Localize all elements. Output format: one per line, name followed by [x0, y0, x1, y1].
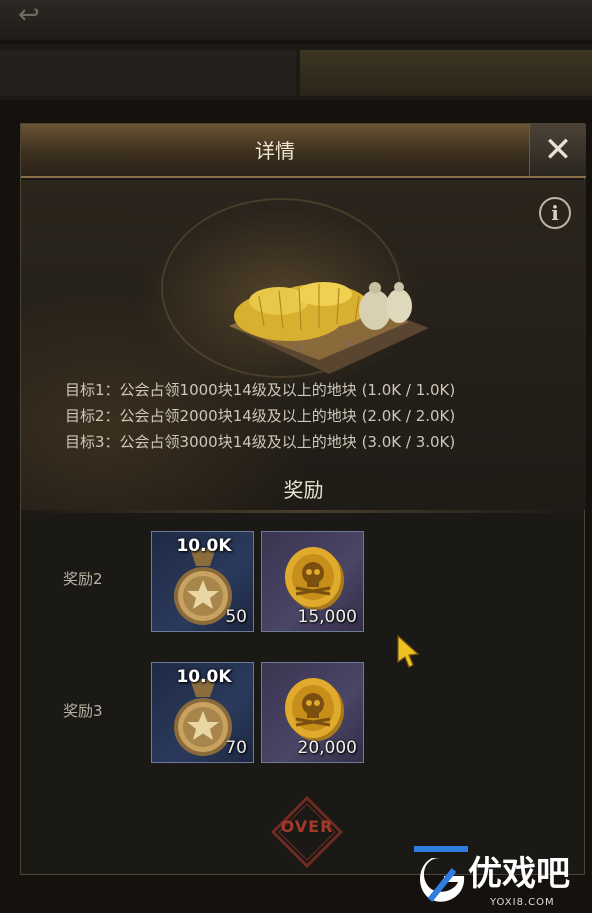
close-button[interactable]: ✕ — [529, 124, 586, 178]
wheat-field-icon — [229, 282, 429, 374]
goal-2: 目标2：公会占领2000块14级及以上的地块 (2.0K / 2.0K) — [65, 407, 456, 425]
background-tab-1 — [0, 50, 296, 96]
coin-reward-item[interactable]: 20,000 — [261, 662, 364, 763]
modal-title: 详情 — [255, 139, 295, 163]
skull-coin-icon — [285, 678, 344, 741]
reward-row-label: 奖励3 — [63, 702, 103, 720]
medal-tag: 10.0K — [176, 536, 232, 556]
medal-quantity: 70 — [225, 738, 247, 758]
modal-header: 详情 — [21, 124, 529, 178]
divider — [21, 510, 586, 513]
medal-reward-item[interactable]: 10.0K 70 — [151, 662, 254, 763]
coin-reward-item[interactable]: 15,000 — [261, 531, 364, 632]
over-stamp-text: OVER — [280, 817, 334, 836]
coin-quantity: 20,000 — [297, 738, 357, 758]
mouse-cursor-icon — [397, 634, 420, 668]
info-icon[interactable]: i — [539, 197, 571, 229]
coin-quantity: 15,000 — [297, 607, 357, 627]
details-modal: 详情 ✕ i 目标1：公会占领1000块14级及以上的地块 (1.0K / 1.… — [20, 123, 586, 875]
medal-tag: 10.0K — [176, 667, 232, 687]
skull-coin-icon — [285, 547, 344, 610]
goals-list: 目标1：公会占领1000块14级及以上的地块 (1.0K / 1.0K) 目标2… — [65, 377, 565, 455]
background-title — [240, 0, 380, 18]
medal-quantity: 50 — [225, 607, 247, 627]
goal-3: 目标3：公会占领3000块14级及以上的地块 (3.0K / 3.0K) — [65, 433, 456, 451]
background-top-bar: ↩ — [0, 0, 592, 40]
reward-row-label: 奖励2 — [63, 570, 103, 588]
back-arrow-icon: ↩ — [18, 0, 40, 30]
medal-reward-item[interactable]: 10.0K 50 — [151, 531, 254, 632]
background-tabs — [0, 44, 592, 100]
watermark-url: YOXI8.COM — [490, 897, 555, 908]
rewards-heading: 奖励 — [283, 478, 324, 502]
watermark-text: 优戏吧 — [468, 854, 570, 894]
background-tab-2 — [300, 50, 592, 96]
goal-1: 目标1：公会占领1000块14级及以上的地块 (1.0K / 1.0K) — [65, 381, 456, 399]
